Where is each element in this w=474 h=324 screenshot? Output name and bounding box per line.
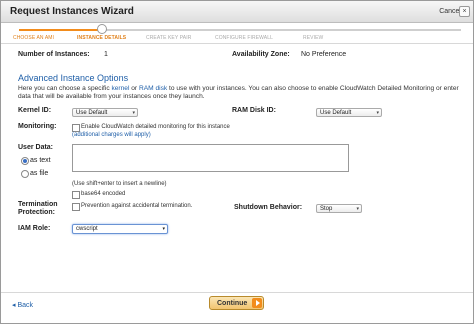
iam-role-label: IAM Role: (18, 225, 51, 232)
instances-label: Number of Instances: (18, 51, 90, 58)
footer-divider (1, 292, 473, 293)
title-bar: Request Instances Wizard Cancel × (1, 1, 473, 23)
termination-checkbox[interactable] (72, 203, 80, 211)
kernel-label: Kernel ID: (18, 107, 52, 114)
step-instance-details: INSTANCE DETAILS (77, 35, 127, 41)
progress-line-todo (101, 29, 461, 31)
as-file-radio[interactable] (21, 170, 29, 178)
zone-value: No Preference (301, 51, 347, 58)
userdata-textarea[interactable] (72, 144, 349, 172)
monitoring-checkbox[interactable] (72, 124, 80, 132)
advanced-description: Here you can choose a specific kernel or… (18, 85, 459, 100)
continue-label: Continue (217, 300, 248, 307)
chevron-down-icon: ▾ (356, 206, 359, 212)
dialog-title: Request Instances Wizard (10, 6, 134, 17)
termination-label-line1: Termination (18, 201, 58, 208)
chevron-down-icon: ▾ (162, 226, 165, 232)
cancel-link[interactable]: Cancel (439, 8, 461, 15)
advanced-options-title: Advanced Instance Options (18, 73, 129, 83)
shutdown-label: Shutdown Behavior: (234, 204, 303, 211)
monitoring-text: Enable CloudWatch detailed monitoring fo… (81, 124, 230, 130)
step-configure-firewall: CONFIGURE FIREWALL (215, 35, 274, 41)
step-create-key-pair: CREATE KEY PAIR (146, 35, 192, 41)
as-text-label: as text (30, 157, 51, 164)
userdata-label: User Data: (18, 144, 54, 151)
kernel-link[interactable]: kernel (111, 85, 129, 92)
chevron-down-icon: ▾ (376, 110, 379, 116)
userdata-hint: (Use shift+enter to insert a newline) (72, 181, 167, 187)
close-icon[interactable]: × (459, 6, 470, 17)
chevron-down-icon: ▾ (132, 110, 135, 116)
additional-charges-link[interactable]: (additional charges will apply) (72, 132, 151, 138)
monitoring-label: Monitoring: (18, 123, 57, 130)
step-review: REVIEW (303, 35, 324, 41)
zone-label: Availability Zone: (232, 51, 290, 58)
arrow-right-icon (252, 298, 262, 308)
base64-checkbox[interactable] (72, 191, 80, 199)
base64-label: base64 encoded (81, 191, 126, 197)
steps-divider (1, 43, 473, 44)
shutdown-select[interactable]: Stop ▾ (316, 204, 362, 213)
as-file-label: as file (30, 170, 49, 177)
termination-text: Prevention against accidental terminatio… (81, 203, 193, 209)
wizard-steps: CHOOSE AN AMI INSTANCE DETAILS CREATE KE… (1, 23, 473, 43)
continue-button[interactable]: Continue (209, 296, 264, 310)
step-choose-ami[interactable]: CHOOSE AN AMI (13, 35, 54, 41)
current-step-marker (97, 24, 107, 34)
iam-role-select[interactable]: cwscript ▾ (72, 224, 168, 234)
kernel-select[interactable]: Use Default ▾ (72, 108, 138, 117)
ram-disk-link[interactable]: RAM disk (139, 85, 167, 92)
ramdisk-select[interactable]: Use Default ▾ (316, 108, 382, 117)
progress-line-done (19, 29, 101, 31)
back-link[interactable]: ◂ Back (12, 301, 33, 309)
as-text-radio[interactable] (21, 157, 29, 165)
termination-label-line2: Protection: (18, 209, 55, 216)
wizard-dialog: Request Instances Wizard Cancel × CHOOSE… (0, 0, 474, 324)
instances-value: 1 (104, 51, 108, 58)
ramdisk-label: RAM Disk ID: (232, 107, 276, 114)
